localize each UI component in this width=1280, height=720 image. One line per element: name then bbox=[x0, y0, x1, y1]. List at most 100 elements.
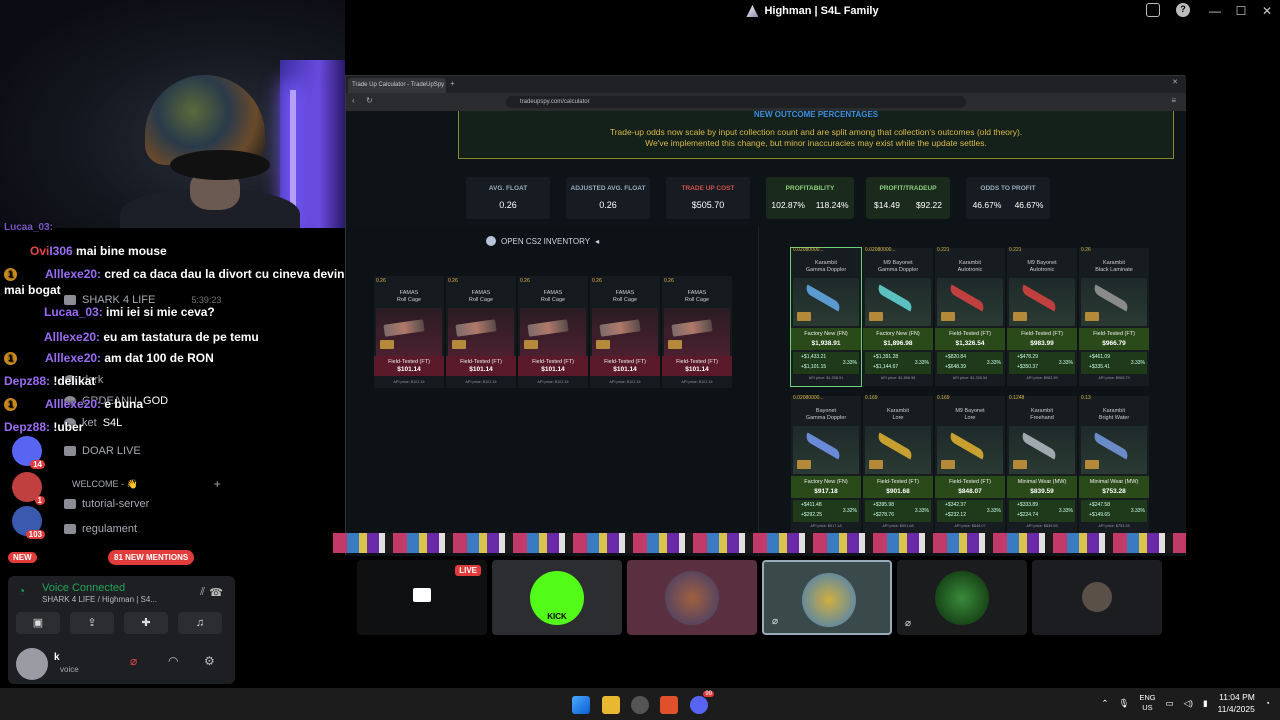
avatar[interactable] bbox=[16, 648, 48, 680]
voice-status[interactable]: Voice Connected bbox=[42, 582, 125, 594]
outcome-skin-card[interactable]: 0.02080000... Bayonet Gamma Doppler Factory… bbox=[791, 395, 861, 534]
input-skin-card[interactable]: 0.26 FAMAS Roll Cage Field-Tested (FT) $101.… bbox=[590, 276, 660, 388]
outcome-odds: 3.33% bbox=[914, 508, 929, 514]
headphones-icon[interactable]: ◠ bbox=[168, 654, 178, 668]
mute-mic-icon[interactable]: ⌀ bbox=[130, 654, 137, 668]
chevron-up-icon[interactable]: ⌃ bbox=[1101, 698, 1108, 709]
outcome-skin-card[interactable]: 0.02080000... Karambit Gamma Doppler Factor… bbox=[790, 247, 862, 387]
input-skins-panel: OPEN CS2 INVENTORY ◂ 0.26 FAMAS Roll Cage F… bbox=[346, 226, 758, 556]
channel-tutorial-server[interactable]: tutorial-server bbox=[64, 498, 149, 510]
clock[interactable]: 11:04 PM 11/4/2025 bbox=[1218, 691, 1255, 715]
activities-button[interactable]: ✚ bbox=[124, 612, 168, 634]
reload-icon[interactable]: ↻ bbox=[366, 96, 373, 105]
input-skin-card[interactable]: 0.26 FAMAS Roll Cage Field-Tested (FT) $101.… bbox=[446, 276, 516, 388]
maximize-icon[interactable]: ☐ bbox=[1228, 4, 1254, 18]
minimize-icon[interactable]: — bbox=[1202, 4, 1228, 18]
api-price: API price: $966.79 bbox=[1098, 376, 1130, 380]
input-skin-card[interactable]: 0.26 FAMAS Roll Cage Field-Tested (FT) $101.… bbox=[374, 276, 444, 388]
chat-line: mai bogat bbox=[4, 283, 61, 297]
voice-tile-stream[interactable]: LIVE bbox=[357, 560, 487, 635]
screen-share-button[interactable]: ⇪ bbox=[70, 612, 114, 634]
discord-icon[interactable]: 99 bbox=[690, 691, 714, 714]
server-icon[interactable]: 103 bbox=[12, 506, 45, 539]
outcome-skin-card[interactable]: 0.221 Karambit Autotronic Field-Tested (FT)… bbox=[935, 247, 1005, 386]
outcome-float: 0.02080000... bbox=[865, 247, 896, 253]
outcome-odds: 3.33% bbox=[1130, 360, 1145, 366]
discord-title-bar: Highman | S4L Family bbox=[345, 0, 1280, 22]
case-icon bbox=[869, 460, 883, 469]
start-icon[interactable] bbox=[572, 696, 590, 714]
add-channel-icon[interactable]: + bbox=[214, 477, 221, 491]
server-icon[interactable]: 1 bbox=[12, 472, 45, 505]
finish-name: Bright Water bbox=[1098, 415, 1130, 421]
microphone-icon[interactable]: 🎙 bbox=[1119, 698, 1130, 709]
server-badge: 103 bbox=[25, 530, 45, 539]
avatar bbox=[935, 571, 989, 625]
skin-name: FAMAS Roll Cage bbox=[518, 290, 588, 304]
skin-condition: Minimal Wear (MW) $753.28 bbox=[1079, 476, 1149, 498]
voice-tile-user[interactable]: KICK bbox=[492, 560, 622, 635]
api-price: API price: $1,326.54 bbox=[952, 376, 988, 380]
display-icon[interactable]: ▭ bbox=[1166, 698, 1174, 709]
skin-price: $917.18 bbox=[814, 488, 838, 495]
skin-condition: Field-Tested (FT) $983.99 bbox=[1007, 328, 1077, 350]
muted-icon: ⌀ bbox=[772, 616, 779, 627]
voice-tile-user[interactable] bbox=[1032, 560, 1162, 635]
input-skin-card[interactable]: 0.26 FAMAS Roll Cage Field-Tested (FT) $101.… bbox=[518, 276, 588, 388]
finish-name: Black Laminate bbox=[1095, 267, 1133, 273]
outcome-skin-card[interactable]: 0.221 M9 Bayonet Autotronic Field-Tested (F… bbox=[1007, 247, 1077, 386]
skin-condition: Factory New (FN) $917.18 bbox=[791, 476, 861, 498]
outcome-skin-card[interactable]: 0.02080000... M9 Bayonet Gamma Doppler Fact… bbox=[863, 247, 933, 386]
knife-name: Karambit bbox=[958, 260, 981, 266]
condition-label: Field-Tested (FT) bbox=[532, 359, 574, 365]
notification-bell-icon[interactable]: ◔ bbox=[1265, 698, 1270, 708]
skin-condition: Field-Tested (FT) $848.07 bbox=[935, 476, 1005, 498]
outcome-skin-card[interactable]: 0.169 M9 Bayonet Lore Field-Tested (FT) $848… bbox=[935, 395, 1005, 534]
outcome-odds: 3.33% bbox=[1058, 360, 1073, 366]
address-bar[interactable]: tradeupspy.com/calculator bbox=[506, 96, 966, 108]
language-indicator[interactable]: ENG US bbox=[1139, 693, 1155, 713]
text-channel-icon bbox=[64, 524, 76, 534]
new-badge[interactable]: NEW bbox=[8, 552, 37, 563]
obs-icon[interactable] bbox=[631, 696, 649, 714]
skin-price: $1,938.91 bbox=[811, 340, 841, 347]
help-icon[interactable]: ? bbox=[1176, 3, 1190, 17]
knife-name: M9 Bayonet bbox=[1027, 260, 1057, 266]
outcome-float: 0.02080000... bbox=[793, 247, 824, 253]
voice-tile-user[interactable]: ⌀ bbox=[897, 560, 1027, 635]
inbox-icon[interactable] bbox=[1146, 3, 1160, 17]
channel-regulament[interactable]: regulament bbox=[64, 523, 137, 535]
voice-channel-name[interactable]: SHARK 4 LIFE / Highman | S4... bbox=[42, 595, 157, 604]
outcome-skin-card[interactable]: 0.13 Karambit Bright Water Minimal Wear (MW… bbox=[1079, 395, 1149, 534]
outcome-skin-card[interactable]: 0.169 Karambit Lore Field-Tested (FT) $901.6… bbox=[863, 395, 933, 534]
case-icon bbox=[668, 340, 682, 349]
voice-tile-user[interactable]: ⌀ bbox=[762, 560, 892, 635]
close-icon[interactable]: ✕ bbox=[1254, 4, 1280, 18]
user-name: k bbox=[54, 652, 60, 663]
soundboard-button[interactable]: ♫ bbox=[178, 612, 222, 634]
back-icon[interactable]: ‹ bbox=[352, 96, 355, 105]
new-mentions-pill[interactable]: 81 NEW MENTIONS bbox=[108, 550, 195, 565]
case-icon bbox=[1013, 312, 1027, 321]
outcome-skin-card[interactable]: 0.26 Karambit Black Laminate Field-Tested (… bbox=[1079, 247, 1149, 386]
open-inventory-button[interactable]: OPEN CS2 INVENTORY ◂ bbox=[486, 236, 599, 246]
sub-badge-icon: 1 bbox=[4, 398, 17, 412]
brave-icon[interactable] bbox=[660, 696, 678, 714]
category-welcome[interactable]: WELCOME - 👋 + bbox=[72, 477, 221, 491]
voice-tile-user[interactable] bbox=[627, 560, 757, 635]
disconnect-icon[interactable]: ☎ bbox=[209, 586, 223, 599]
browser-tab[interactable]: Trade Up Calculator - TradeUpSpy bbox=[348, 78, 446, 93]
volume-icon[interactable]: ◁) bbox=[1184, 698, 1193, 709]
window-close-icon[interactable]: ✕ bbox=[1172, 78, 1178, 86]
input-skin-card[interactable]: 0.26 FAMAS Roll Cage Field-Tested (FT) $101.… bbox=[662, 276, 732, 388]
settings-gear-icon[interactable]: ⚙ bbox=[204, 654, 215, 668]
menu-icon[interactable]: ≡ bbox=[1171, 96, 1176, 105]
knife-name: Karambit bbox=[1102, 408, 1125, 414]
skin-price: $901.68 bbox=[886, 488, 910, 495]
new-tab-icon[interactable]: + bbox=[450, 79, 455, 88]
file-explorer-icon[interactable] bbox=[602, 696, 620, 714]
outcome-skin-card[interactable]: 0.1248 Karambit Freehand Minimal Wear (MW) $… bbox=[1007, 395, 1077, 534]
camera-button[interactable]: ▣ bbox=[16, 612, 60, 634]
noise-suppression-icon[interactable]: ⫽ bbox=[200, 586, 205, 599]
battery-icon[interactable]: ▮ bbox=[1203, 698, 1208, 709]
